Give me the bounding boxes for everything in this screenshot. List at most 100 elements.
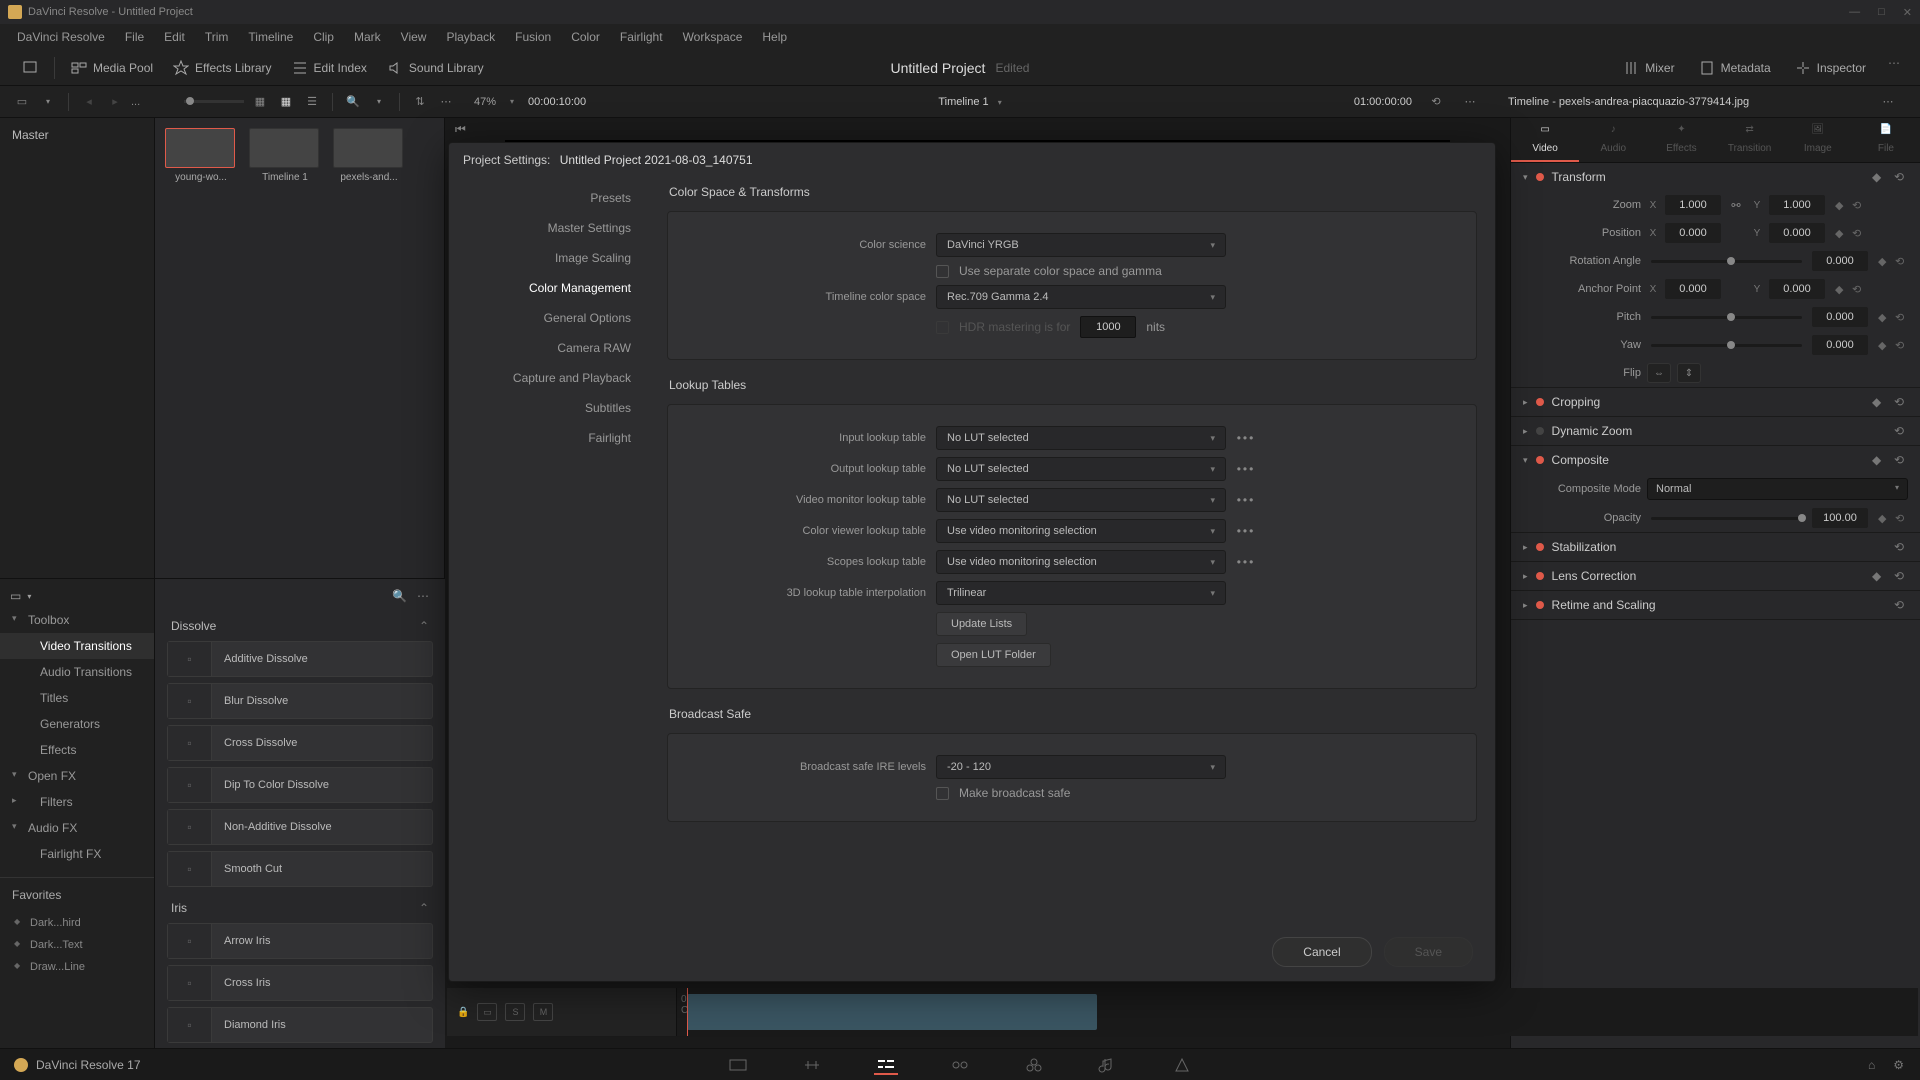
clip[interactable] — [687, 994, 1097, 1030]
settings-tab-color-management[interactable]: Color Management — [449, 273, 649, 303]
fx-category-effects[interactable]: Effects — [0, 737, 154, 763]
fairlight-page-icon[interactable] — [1096, 1055, 1120, 1075]
lut-dropdown[interactable]: Use video monitoring selection▾ — [936, 519, 1226, 543]
more-icon[interactable]: ⋯ — [417, 589, 429, 603]
nav-fwd-icon[interactable]: ▸ — [105, 92, 125, 112]
favorite-item[interactable]: Draw...Line — [0, 956, 154, 978]
menu-timeline[interactable]: Timeline — [239, 26, 302, 48]
chevron-down-icon[interactable]: ▾ — [38, 92, 58, 112]
fx-category-titles[interactable]: Titles — [0, 685, 154, 711]
color-page-icon[interactable] — [1022, 1055, 1046, 1075]
reset-icon[interactable]: ⟲ — [1894, 170, 1908, 184]
inspector-tab-image[interactable]: 🖼Image — [1784, 118, 1852, 162]
fx-item[interactable]: ▫Non-Additive Dissolve — [167, 809, 433, 845]
fusion-page-icon[interactable] — [948, 1055, 972, 1075]
pos-x-input[interactable]: 0.000 — [1665, 223, 1721, 243]
settings-tab-general-options[interactable]: General Options — [449, 303, 649, 333]
reset-icon[interactable]: ⟲ — [1894, 569, 1908, 583]
keyframe-icon[interactable]: ◆ — [1835, 283, 1848, 296]
collapse-icon[interactable]: ⌃ — [419, 619, 429, 633]
lut-dropdown[interactable]: Trilinear▾ — [936, 581, 1226, 605]
menu-playback[interactable]: Playback — [437, 26, 504, 48]
settings-tab-image-scaling[interactable]: Image Scaling — [449, 243, 649, 273]
menu-color[interactable]: Color — [562, 26, 609, 48]
anchor-y-input[interactable]: 0.000 — [1769, 279, 1825, 299]
lut-dropdown[interactable]: No LUT selected▾ — [936, 426, 1226, 450]
section-toggle[interactable] — [1536, 398, 1544, 406]
edit-index-button[interactable]: Edit Index — [282, 56, 377, 80]
section-title-lens[interactable]: Lens Correction — [1552, 569, 1864, 583]
timeline-cs-dropdown[interactable]: Rec.709 Gamma 2.4▾ — [936, 285, 1226, 309]
section-toggle[interactable] — [1536, 543, 1544, 551]
fx-category-filters[interactable]: Filters — [0, 789, 154, 815]
section-toggle[interactable] — [1536, 601, 1544, 609]
media-page-icon[interactable] — [726, 1055, 750, 1075]
pos-y-input[interactable]: 0.000 — [1769, 223, 1825, 243]
breadcrumb-more[interactable]: ... — [131, 96, 140, 108]
more-icon[interactable]: ⋯ — [1878, 92, 1898, 112]
thumbs-view-icon[interactable]: ▦ — [250, 92, 270, 112]
section-toggle[interactable] — [1536, 572, 1544, 580]
yaw-input[interactable]: 0.000 — [1812, 335, 1868, 355]
home-icon[interactable]: ⌂ — [1868, 1058, 1875, 1072]
fx-item[interactable]: ▫Cross Iris — [167, 965, 433, 1001]
anchor-x-input[interactable]: 0.000 — [1665, 279, 1721, 299]
settings-tab-presets[interactable]: Presets — [449, 183, 649, 213]
separate-colorspace-checkbox[interactable] — [936, 265, 949, 278]
slider-handle[interactable] — [184, 100, 244, 103]
reset-icon[interactable]: ⟲ — [1895, 255, 1908, 268]
more-icon[interactable]: ⋯ — [1460, 92, 1480, 112]
bin-view-icon[interactable]: ▭ — [12, 92, 32, 112]
more-icon[interactable]: ⋯ — [436, 92, 456, 112]
lock-icon[interactable]: 🔒 — [457, 1007, 469, 1018]
lut-dropdown[interactable]: No LUT selected▾ — [936, 488, 1226, 512]
yaw-slider[interactable] — [1651, 344, 1802, 347]
edit-page-icon[interactable] — [874, 1055, 898, 1075]
more-icon[interactable]: ••• — [1236, 462, 1256, 476]
section-title-stabilization[interactable]: Stabilization — [1552, 540, 1886, 554]
section-title-cropping[interactable]: Cropping — [1552, 395, 1864, 409]
minimize-icon[interactable]: — — [1849, 6, 1860, 19]
settings-tab-capture-and-playback[interactable]: Capture and Playback — [449, 363, 649, 393]
sound-library-button[interactable]: Sound Library — [377, 56, 494, 80]
search-icon[interactable]: 🔍 — [392, 589, 407, 603]
menu-view[interactable]: View — [392, 26, 436, 48]
reset-icon[interactable]: ⟲ — [1895, 311, 1908, 324]
opacity-input[interactable]: 100.00 — [1812, 508, 1868, 528]
fx-group-header[interactable]: Iris⌃ — [167, 893, 433, 923]
media-thumb[interactable]: Timeline 1 — [249, 128, 321, 183]
fx-group-header[interactable]: Dissolve⌃ — [167, 611, 433, 641]
section-title-transform[interactable]: Transform — [1552, 170, 1864, 184]
more-icon[interactable]: ••• — [1236, 493, 1256, 507]
color-science-dropdown[interactable]: DaVinci YRGB▾ — [936, 233, 1226, 257]
inspector-tab-effects[interactable]: ✦Effects — [1647, 118, 1715, 162]
reset-icon[interactable]: ⟲ — [1894, 453, 1908, 467]
track-m-button[interactable]: M — [533, 1003, 553, 1021]
effects-library-button[interactable]: Effects Library — [163, 56, 281, 80]
section-title-retime[interactable]: Retime and Scaling — [1552, 598, 1886, 612]
sort-icon[interactable]: ⇅ — [410, 92, 430, 112]
settings-tab-master-settings[interactable]: Master Settings — [449, 213, 649, 243]
fx-category-video-transitions[interactable]: Video Transitions — [0, 633, 154, 659]
fx-category-generators[interactable]: Generators — [0, 711, 154, 737]
keyframe-icon[interactable]: ◆ — [1878, 512, 1891, 525]
gear-icon[interactable]: ⚙ — [1893, 1058, 1904, 1072]
reset-icon[interactable]: ⟲ — [1895, 512, 1908, 525]
save-button[interactable]: Save — [1384, 937, 1473, 967]
fx-item[interactable]: ▫Dip To Color Dissolve — [167, 767, 433, 803]
bs-dropdown[interactable]: -20 - 120▾ — [936, 755, 1226, 779]
more-icon[interactable]: ••• — [1236, 431, 1256, 445]
collapse-icon[interactable]: ▾ — [1523, 172, 1528, 183]
maximize-icon[interactable]: □ — [1878, 6, 1885, 19]
inspector-button[interactable]: Inspector — [1785, 56, 1876, 80]
close-icon[interactable]: ✕ — [1903, 6, 1912, 19]
keyframe-icon[interactable]: ◆ — [1872, 395, 1886, 409]
reset-icon[interactable]: ⟲ — [1894, 540, 1908, 554]
settings-tab-subtitles[interactable]: Subtitles — [449, 393, 649, 423]
timeline-name[interactable]: Timeline 1 — [938, 96, 988, 108]
keyframe-icon[interactable]: ◆ — [1878, 255, 1891, 268]
section-title-composite[interactable]: Composite — [1552, 453, 1864, 467]
deliver-page-icon[interactable] — [1170, 1055, 1194, 1075]
reset-icon[interactable]: ⟲ — [1894, 424, 1908, 438]
menu-clip[interactable]: Clip — [304, 26, 343, 48]
